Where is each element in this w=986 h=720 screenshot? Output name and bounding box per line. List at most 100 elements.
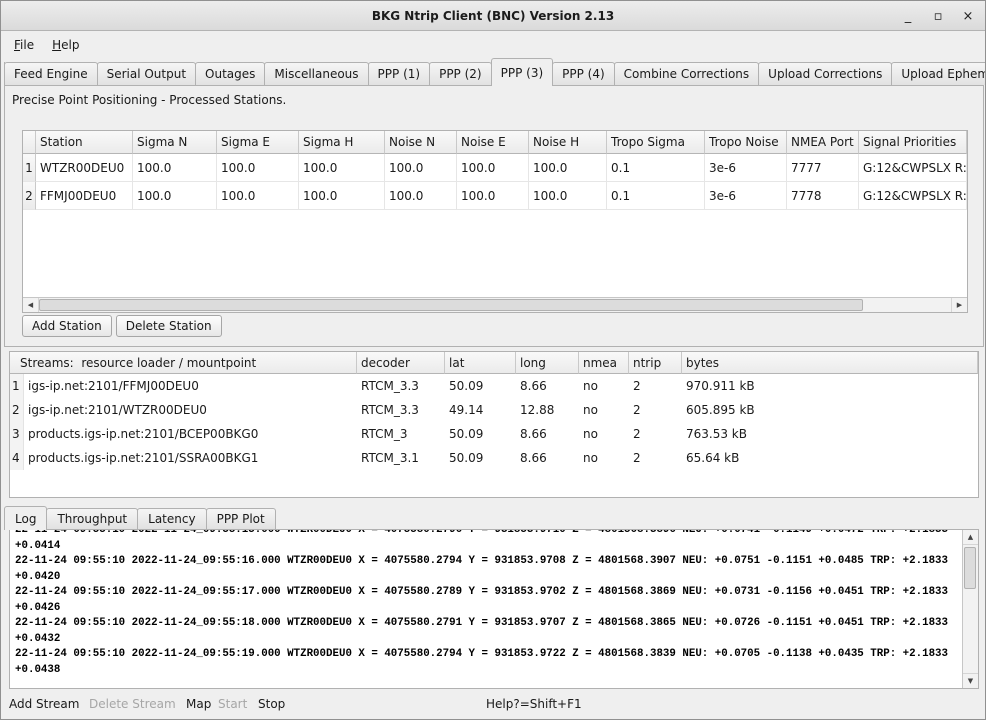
- cell-station[interactable]: FFMJ00DEU0: [36, 182, 133, 210]
- table-row[interactable]: 1 WTZR00DEU0 100.0 100.0 100.0 100.0 100…: [23, 154, 967, 182]
- log-line: 22-11-24 09:55:10 2022-11-24_09:55:16.00…: [15, 554, 960, 570]
- titlebar[interactable]: BKG Ntrip Client (BNC) Version 2.13 _ ▫ …: [1, 1, 985, 31]
- cell-signal-priorities[interactable]: G:12&CWPSLX R:12: [859, 154, 967, 182]
- tab-upload-corrections[interactable]: Upload Corrections: [758, 62, 892, 85]
- close-icon[interactable]: ×: [961, 9, 975, 24]
- stream-row[interactable]: 2 igs-ip.net:2101/WTZR00DEU0 RTCM_3.3 49…: [10, 398, 978, 422]
- cell-decoder[interactable]: RTCM_3.1: [357, 446, 445, 470]
- tab-serial-output[interactable]: Serial Output: [97, 62, 196, 85]
- col-sigma-n: Sigma N: [133, 131, 217, 154]
- col-signal-priorities: Signal Priorities: [859, 131, 967, 154]
- cell-sigma-h[interactable]: 100.0: [299, 182, 385, 210]
- cell-lat[interactable]: 50.09: [445, 422, 516, 446]
- tab-log[interactable]: Log: [4, 506, 47, 530]
- cell-ntrip[interactable]: 2: [629, 374, 682, 398]
- cell-long[interactable]: 12.88: [516, 398, 579, 422]
- cell-mountpoint[interactable]: products.igs-ip.net:2101/BCEP00BKG0: [24, 422, 357, 446]
- cell-bytes[interactable]: 65.64 kB: [682, 446, 978, 470]
- cell-noise-h[interactable]: 100.0: [529, 154, 607, 182]
- tab-outages[interactable]: Outages: [195, 62, 265, 85]
- tab-ppp-plot[interactable]: PPP Plot: [206, 508, 276, 529]
- tab-ppp-3[interactable]: PPP (3): [491, 58, 554, 86]
- stream-row[interactable]: 3 products.igs-ip.net:2101/BCEP00BKG0 RT…: [10, 422, 978, 446]
- tab-throughput[interactable]: Throughput: [46, 508, 138, 529]
- scroll-right-icon[interactable]: ▶: [951, 298, 967, 312]
- cell-signal-priorities[interactable]: G:12&CWPSLX R:12: [859, 182, 967, 210]
- cell-long[interactable]: 8.66: [516, 422, 579, 446]
- cell-ntrip[interactable]: 2: [629, 422, 682, 446]
- stations-hscrollbar[interactable]: ◀ ▶: [23, 297, 967, 312]
- cell-lat[interactable]: 49.14: [445, 398, 516, 422]
- cell-sigma-e[interactable]: 100.0: [217, 154, 299, 182]
- panel-description: Precise Point Positioning - Processed St…: [12, 93, 286, 107]
- cell-sigma-n[interactable]: 100.0: [133, 154, 217, 182]
- cell-bytes[interactable]: 763.53 kB: [682, 422, 978, 446]
- cell-sigma-n[interactable]: 100.0: [133, 182, 217, 210]
- cell-decoder[interactable]: RTCM_3: [357, 422, 445, 446]
- scroll-left-icon[interactable]: ◀: [23, 298, 39, 312]
- cell-long[interactable]: 8.66: [516, 446, 579, 470]
- maximize-icon[interactable]: ▫: [931, 9, 945, 24]
- hscroll-thumb[interactable]: [39, 299, 863, 311]
- cell-tropo-sigma[interactable]: 0.1: [607, 182, 705, 210]
- log-vscrollbar[interactable]: ▲ ▼: [962, 530, 978, 688]
- help-hint: Help?=Shift+F1: [486, 689, 582, 719]
- cell-sigma-h[interactable]: 100.0: [299, 154, 385, 182]
- cell-lat[interactable]: 50.09: [445, 446, 516, 470]
- cell-decoder[interactable]: RTCM_3.3: [357, 398, 445, 422]
- tab-ppp-2[interactable]: PPP (2): [429, 62, 492, 85]
- scroll-down-icon[interactable]: ▼: [963, 673, 978, 688]
- cell-long[interactable]: 8.66: [516, 374, 579, 398]
- cell-noise-n[interactable]: 100.0: [385, 182, 457, 210]
- row-number: 2: [10, 398, 24, 422]
- cell-station[interactable]: WTZR00DEU0: [36, 154, 133, 182]
- stream-row[interactable]: 4 products.igs-ip.net:2101/SSRA00BKG1 RT…: [10, 446, 978, 470]
- cell-mountpoint[interactable]: products.igs-ip.net:2101/SSRA00BKG1: [24, 446, 357, 470]
- delete-station-button[interactable]: Delete Station: [116, 315, 222, 337]
- col-noise-n: Noise N: [385, 131, 457, 154]
- cell-lat[interactable]: 50.09: [445, 374, 516, 398]
- cell-nmea[interactable]: no: [579, 422, 629, 446]
- tab-upload-ephemeris[interactable]: Upload Ephemeris: [891, 62, 986, 85]
- cell-noise-e[interactable]: 100.0: [457, 182, 529, 210]
- cell-ntrip[interactable]: 2: [629, 446, 682, 470]
- cell-tropo-noise[interactable]: 3e-6: [705, 154, 787, 182]
- cell-nmea[interactable]: no: [579, 374, 629, 398]
- stop-button[interactable]: Stop: [258, 689, 285, 719]
- cell-tropo-sigma[interactable]: 0.1: [607, 154, 705, 182]
- log-line: 22-11-24 09:55:10 2022-11-24_09:55:19.00…: [15, 647, 960, 663]
- add-stream-button[interactable]: Add Stream: [9, 689, 79, 719]
- tab-combine-corrections[interactable]: Combine Corrections: [614, 62, 760, 85]
- cell-decoder[interactable]: RTCM_3.3: [357, 374, 445, 398]
- log-view[interactable]: 22-11-24 09:55:10 2022-11-24_09:55:15.00…: [9, 529, 979, 689]
- cell-sigma-e[interactable]: 100.0: [217, 182, 299, 210]
- minimize-icon[interactable]: _: [901, 9, 915, 24]
- log-line: +0.0426: [15, 601, 960, 617]
- cell-mountpoint[interactable]: igs-ip.net:2101/WTZR00DEU0: [24, 398, 357, 422]
- cell-noise-h[interactable]: 100.0: [529, 182, 607, 210]
- menu-help[interactable]: Help: [43, 35, 88, 55]
- tab-ppp-1[interactable]: PPP (1): [368, 62, 431, 85]
- cell-nmea-port[interactable]: 7777: [787, 154, 859, 182]
- cell-nmea-port[interactable]: 7778: [787, 182, 859, 210]
- vscroll-thumb[interactable]: [964, 547, 976, 589]
- cell-noise-e[interactable]: 100.0: [457, 154, 529, 182]
- cell-nmea[interactable]: no: [579, 398, 629, 422]
- menu-file[interactable]: File: [5, 35, 43, 55]
- stream-row[interactable]: 1 igs-ip.net:2101/FFMJ00DEU0 RTCM_3.3 50…: [10, 374, 978, 398]
- map-button[interactable]: Map: [186, 689, 211, 719]
- tab-miscellaneous[interactable]: Miscellaneous: [264, 62, 368, 85]
- tab-feed-engine[interactable]: Feed Engine: [4, 62, 98, 85]
- cell-mountpoint[interactable]: igs-ip.net:2101/FFMJ00DEU0: [24, 374, 357, 398]
- add-station-button[interactable]: Add Station: [22, 315, 112, 337]
- cell-bytes[interactable]: 605.895 kB: [682, 398, 978, 422]
- cell-bytes[interactable]: 970.911 kB: [682, 374, 978, 398]
- tab-ppp-4[interactable]: PPP (4): [552, 62, 615, 85]
- cell-noise-n[interactable]: 100.0: [385, 154, 457, 182]
- cell-tropo-noise[interactable]: 3e-6: [705, 182, 787, 210]
- scroll-up-icon[interactable]: ▲: [963, 530, 978, 545]
- table-row[interactable]: 2 FFMJ00DEU0 100.0 100.0 100.0 100.0 100…: [23, 182, 967, 210]
- cell-ntrip[interactable]: 2: [629, 398, 682, 422]
- cell-nmea[interactable]: no: [579, 446, 629, 470]
- tab-latency[interactable]: Latency: [137, 508, 206, 529]
